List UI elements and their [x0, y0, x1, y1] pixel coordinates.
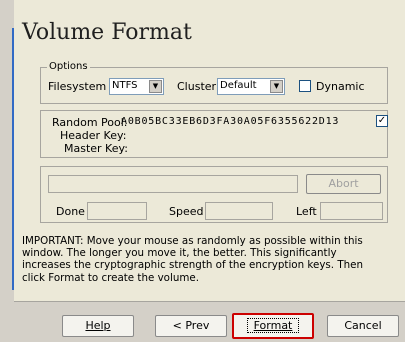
chevron-down-icon[interactable]: ▼	[270, 80, 283, 93]
show-keys-checkbox[interactable]: ✓	[376, 115, 388, 127]
format-button[interactable]: Format	[232, 313, 314, 339]
left-field	[320, 202, 383, 220]
speed-field	[205, 202, 273, 220]
left-label: Left	[296, 205, 317, 218]
prev-button[interactable]: < Prev	[155, 315, 227, 337]
abort-button[interactable]: Abort	[306, 174, 381, 194]
dynamic-checkbox[interactable]	[299, 80, 311, 92]
cluster-label: Cluster	[177, 80, 217, 93]
random-pool-value: A0B05BC33EB6D3FA30A05F6355622D13	[121, 116, 340, 127]
header-key-label: Header Key:	[60, 129, 127, 142]
dynamic-label: Dynamic	[316, 80, 365, 93]
options-legend: Options	[47, 61, 90, 72]
filesystem-select[interactable]: NTFS ▼	[109, 78, 164, 95]
random-pool-label: Random Pool:	[52, 116, 128, 129]
master-key-label: Master Key:	[64, 142, 128, 155]
help-button[interactable]: Help	[62, 315, 134, 337]
cluster-value: Default	[220, 80, 257, 91]
done-label: Done	[56, 205, 85, 218]
important-note: IMPORTANT: Move your mouse as randomly a…	[22, 235, 364, 284]
page-title: Volume Format	[22, 20, 192, 45]
help-button-label: Help	[85, 319, 111, 332]
cancel-button-label: Cancel	[344, 319, 382, 332]
done-field	[87, 202, 147, 220]
speed-label: Speed	[169, 205, 204, 218]
button-separator	[14, 301, 405, 302]
filesystem-label: Filesystem	[48, 80, 107, 93]
cancel-button[interactable]: Cancel	[327, 315, 399, 337]
chevron-down-icon[interactable]: ▼	[149, 80, 162, 93]
format-button-label: Format	[246, 318, 300, 333]
cluster-select[interactable]: Default ▼	[217, 78, 285, 95]
prev-button-label: < Prev	[172, 319, 210, 332]
filesystem-value: NTFS	[112, 80, 138, 91]
progress-bar	[48, 175, 298, 193]
